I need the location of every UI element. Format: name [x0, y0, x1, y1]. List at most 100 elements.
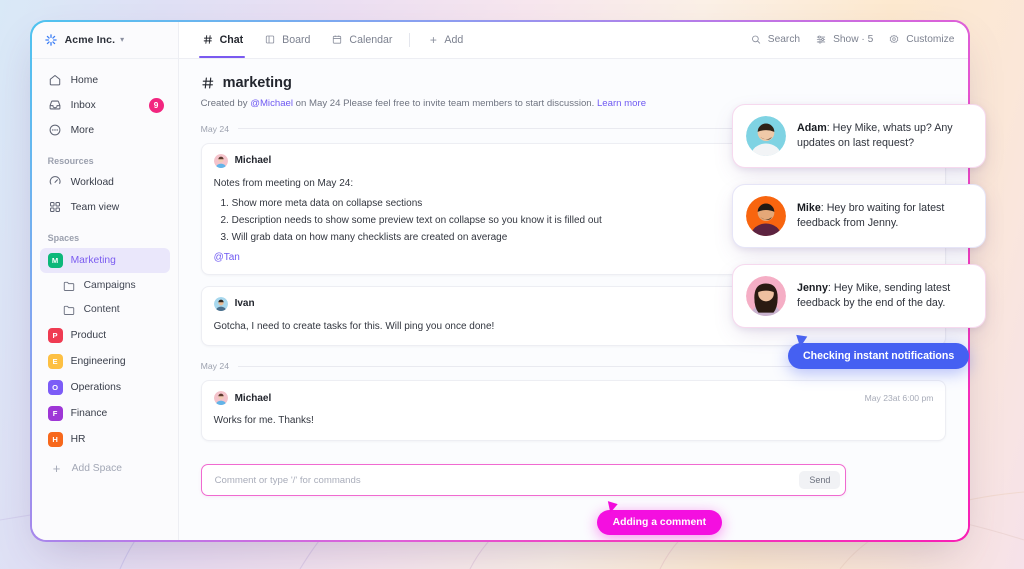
callout-adding-comment: Adding a comment [596, 499, 723, 536]
folder-icon [63, 281, 74, 291]
callout-pointer-icon [607, 499, 619, 514]
sidebar-item-workload[interactable]: Workload [40, 170, 170, 195]
space-label: Finance [70, 407, 108, 419]
day-label: May 24 [200, 123, 230, 134]
notification-text: Jenny: Hey Mike, sending latest feedback… [797, 281, 972, 311]
space-chip: M [47, 252, 63, 268]
gear-icon [890, 35, 899, 43]
mention-tag[interactable]: @Tan [214, 252, 240, 263]
gauge-icon [49, 176, 61, 185]
inbox-badge: 9 [148, 97, 164, 113]
day-label: May 24 [200, 361, 230, 372]
sidebar-space-marketing[interactable]: M Marketing [39, 247, 170, 273]
primary-nav: Home Inbox 9 More [32, 59, 178, 143]
message-header: Michael May 23at 6:00 pm [213, 391, 934, 406]
sidebar-space-product[interactable]: P Product [40, 323, 170, 348]
avatar [746, 276, 786, 316]
callout-label: Adding a comment [596, 510, 723, 536]
sidebar-item-home[interactable]: Home [40, 68, 170, 93]
show-filter-button[interactable]: Show · 5 [814, 34, 873, 45]
plus-icon: + [429, 32, 437, 47]
avatar [213, 153, 228, 168]
sidebar-space-hr[interactable]: H HR [40, 427, 170, 452]
toolbar-actions: Search Show · 5 Customize [749, 34, 954, 45]
sidebar-item-label: Workload [70, 176, 114, 188]
add-space-label: Add Space [71, 462, 122, 474]
space-label: Engineering [70, 355, 126, 367]
show-label: Show · 5 [833, 34, 874, 46]
plus-icon: + [52, 460, 61, 476]
hash-icon [203, 35, 212, 44]
customize-label: Customize [906, 34, 955, 46]
folder-icon [63, 305, 74, 315]
message-body: Works for me. Thanks! [213, 415, 314, 427]
notification-card-mike[interactable]: Mike: Hey bro waiting for latest feedbac… [732, 184, 986, 248]
calendar-icon [333, 35, 342, 44]
subitem-label: Content [83, 304, 120, 316]
learn-more-link[interactable]: Learn more [597, 98, 646, 109]
sidebar-item-label: Team view [70, 201, 120, 213]
filter-icon [816, 35, 826, 44]
sidebar-item-inbox[interactable]: Inbox 9 [40, 93, 170, 118]
comment-composer[interactable]: Comment or type '/' for commands Send [200, 464, 847, 497]
sidebar-space-engineering[interactable]: E Engineering [40, 349, 170, 374]
sidebar-item-team-view[interactable]: Team view [40, 195, 170, 220]
space-label: Product [70, 329, 107, 341]
created-mid-text: on May 24 Please feel free to invite tea… [293, 97, 597, 109]
avatar [746, 116, 786, 156]
sidebar-subitem-campaigns[interactable]: Campaigns [40, 274, 170, 298]
sidebar-space-finance[interactable]: F Finance [40, 401, 170, 426]
avatar [213, 391, 228, 406]
space-label: HR [70, 433, 86, 445]
grid-icon [49, 202, 60, 213]
comment-input-placeholder[interactable]: Comment or type '/' for commands [215, 475, 361, 486]
workspace-name: Acme Inc. [64, 33, 116, 46]
created-prefix: Created by [200, 97, 251, 109]
page-background: Acme Inc. ▾ Home Inbox 9 More Resources … [0, 0, 1024, 569]
customize-button[interactable]: Customize [887, 34, 954, 45]
workspace-switcher[interactable]: Acme Inc. ▾ [31, 22, 178, 59]
channel-name: marketing [222, 74, 292, 91]
notification-author: Mike [797, 201, 821, 214]
add-view-label: Add [444, 33, 464, 46]
search-label: Search [767, 34, 801, 46]
sidebar: Acme Inc. ▾ Home Inbox 9 More Resources … [31, 21, 179, 541]
notification-text: Adam: Hey Mike, whats up? Any updates on… [797, 121, 972, 151]
sidebar-item-label: Home [70, 74, 99, 86]
message-author: Michael [234, 155, 272, 167]
tab-label: Chat [219, 33, 244, 46]
notification-card-adam[interactable]: Adam: Hey Mike, whats up? Any updates on… [732, 104, 986, 168]
search-button[interactable]: Search [749, 34, 800, 45]
sidebar-item-more[interactable]: More [40, 118, 170, 143]
sparkle-logo-icon [44, 33, 57, 46]
created-by-mention[interactable]: @Michael [250, 98, 293, 109]
home-icon [49, 75, 60, 86]
notification-card-jenny[interactable]: Jenny: Hey Mike, sending latest feedback… [732, 264, 986, 328]
tab-calendar[interactable]: Calendar [320, 22, 402, 58]
sidebar-subitem-content[interactable]: Content [40, 298, 170, 322]
tab-label: Board [282, 33, 311, 46]
message-author: Michael [234, 392, 272, 404]
avatar [213, 296, 228, 311]
resources-nav: Workload Team view [32, 170, 178, 220]
section-title-resources: Resources [47, 155, 94, 166]
sidebar-space-operations[interactable]: O Operations [40, 375, 170, 400]
space-chip: E [47, 353, 63, 369]
send-button[interactable]: Send [799, 471, 841, 490]
subitem-label: Campaigns [83, 280, 136, 292]
tab-chat[interactable]: Chat [191, 22, 254, 58]
notification-text: Mike: Hey bro waiting for latest feedbac… [797, 201, 972, 231]
space-chip: F [47, 405, 63, 421]
tab-board[interactable]: Board [253, 22, 320, 58]
add-view-button[interactable]: + Add [417, 22, 473, 58]
add-space-button[interactable]: + Add Space [40, 456, 170, 481]
message-time: May 23at 6:00 pm [864, 393, 934, 404]
section-title-spaces: Spaces [47, 232, 80, 243]
message-card: Michael May 23at 6:00 pm Works for me. T… [200, 380, 947, 441]
inbox-icon [49, 100, 60, 110]
space-chip: H [47, 431, 63, 447]
spaces-nav: M Marketing Campaigns Content P Product … [32, 247, 178, 481]
sidebar-item-label: More [70, 124, 95, 136]
notification-author: Jenny [797, 281, 828, 294]
chevron-down-icon: ▾ [120, 35, 125, 45]
